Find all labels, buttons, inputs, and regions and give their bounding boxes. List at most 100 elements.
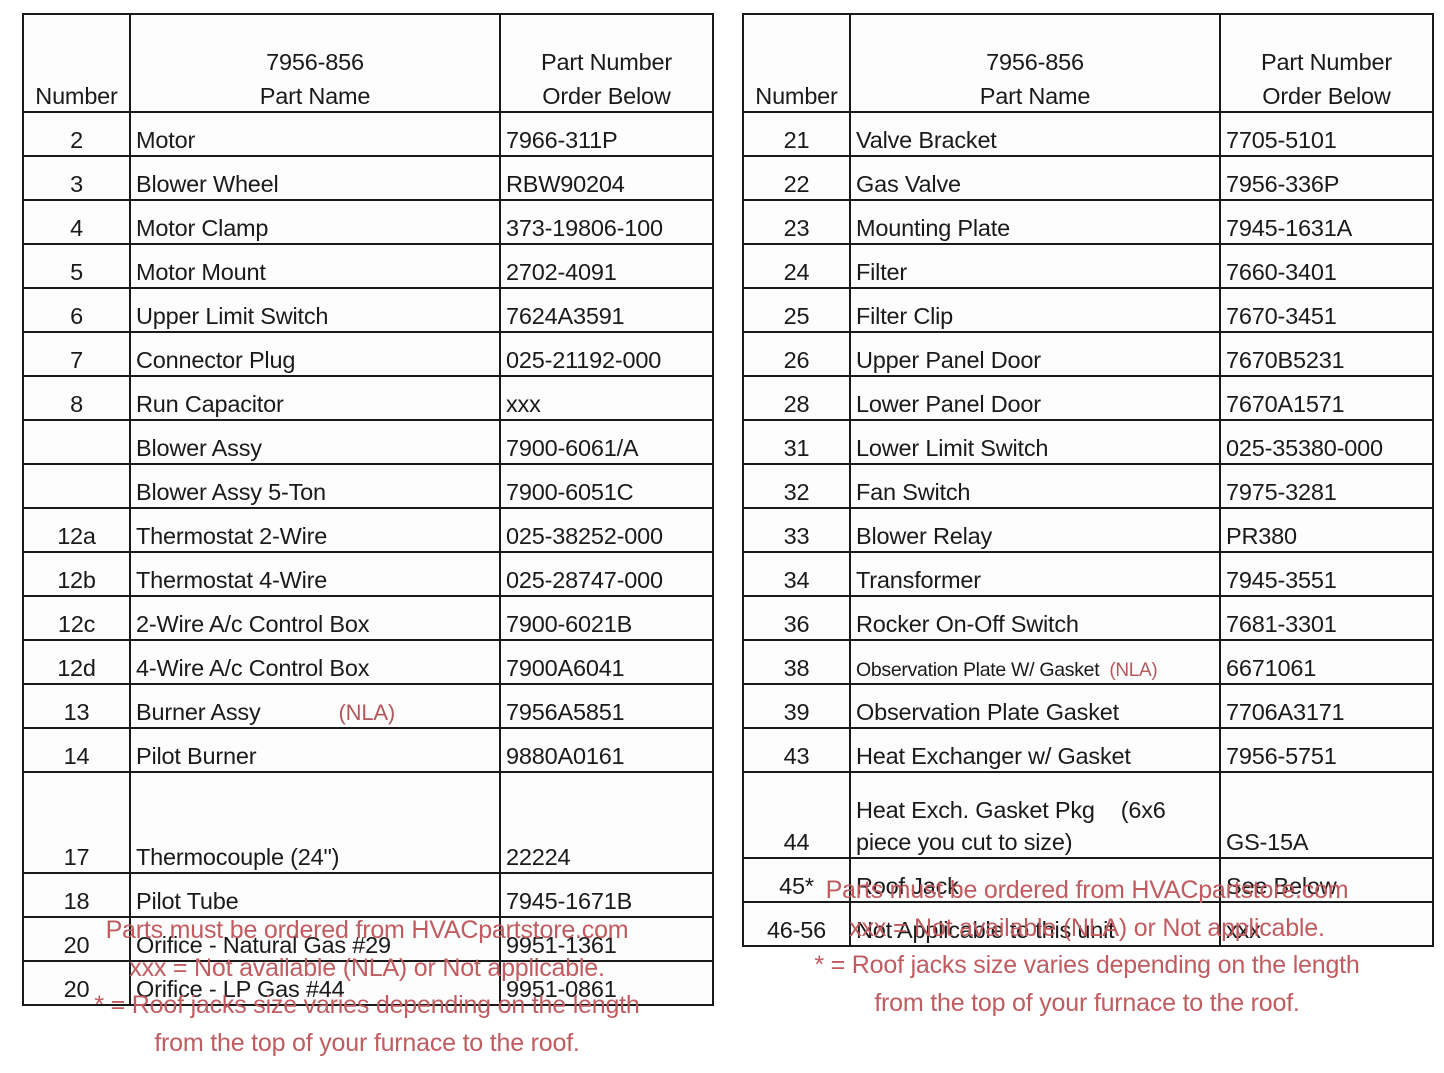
cell-number: 8 [22,375,131,421]
part-name-text: Observation Plate W/ Gasket [856,659,1100,682]
part-name-text: Blower Wheel [136,171,279,198]
part-name-text: Pilot Tube [136,888,239,915]
part-name-text: 2-Wire A/c Control Box [136,611,370,638]
cell-number: 12d [22,639,131,685]
cell-part-name: Burner Assy (NLA) [129,683,501,729]
table-row: 13 Burner Assy (NLA) 7956A5851 [22,683,714,729]
table-row: 12b Thermostat 4-Wire 025-28747-000 [22,551,714,597]
right-footnote: Parts must be ordered from HVACpartstore… [742,872,1432,1022]
cell-part-number: 7966-311P [499,111,714,157]
table-row: Blower Assy 5-Ton 7900-6051C [22,463,714,509]
cell-number: 18 [22,872,131,918]
cell-part-name: Pilot Burner [129,727,501,773]
cell-part-name: Observation Plate W/ Gasket (NLA) [849,639,1221,685]
table-row: 36 Rocker On-Off Switch 7681-3301 [742,595,1434,641]
cell-part-number: 7945-3551 [1219,551,1434,597]
cell-number: 25 [742,287,851,333]
cell-number: 2 [22,111,131,157]
part-name-text: Thermocouple (24") [136,844,340,871]
table-row: 23 Mounting Plate 7945-1631A [742,199,1434,245]
cell-number: 7 [22,331,131,377]
cell-number [22,463,131,509]
cell-part-number: 7956-5751 [1219,727,1434,773]
part-name-text: Filter Clip [856,303,954,330]
cell-part-name: Motor Clamp [129,199,501,245]
cell-part-name: Valve Bracket [849,111,1221,157]
cell-part-number: 7900-6061/A [499,419,714,465]
table-row: 24 Filter 7660-3401 [742,243,1434,289]
cell-part-name: Blower Wheel [129,155,501,201]
cell-number: 43 [742,727,851,773]
table-row: 21 Valve Bracket 7705-5101 [742,111,1434,157]
table-row: 17 Thermocouple (24") 22224 [22,771,714,874]
table-row: 6 Upper Limit Switch 7624A3591 [22,287,714,333]
cell-part-name: Lower Panel Door [849,375,1221,421]
header-part-number: Part Number Order Below [499,13,714,113]
cell-part-number: 025-28747-000 [499,551,714,597]
cell-part-number: 7624A3591 [499,287,714,333]
cell-part-name: Heat Exch. Gasket Pkg (6x6 piece you cut t… [849,771,1221,859]
cell-part-number: GS-15A [1219,771,1434,859]
table-row: 25 Filter Clip 7670-3451 [742,287,1434,333]
part-name-text: Upper Limit Switch [136,303,329,330]
part-name-text: Lower Limit Switch [856,435,1049,462]
cell-part-name: 4-Wire A/c Control Box [129,639,501,685]
cell-part-number: 7900-6051C [499,463,714,509]
cell-part-name: Filter [849,243,1221,289]
part-name-text: Valve Bracket [856,127,997,154]
cell-number: 5 [22,243,131,289]
table-row: 7 Connector Plug 025-21192-000 [22,331,714,377]
cell-part-name: Thermostat 2-Wire [129,507,501,553]
cell-part-number: 373-19806-100 [499,199,714,245]
cell-part-number: 025-38252-000 [499,507,714,553]
cell-number: 4 [22,199,131,245]
part-name-text: Heat Exch. Gasket Pkg [856,796,1095,823]
cell-part-number: 7705-5101 [1219,111,1434,157]
part-name-text: Blower Assy 5-Ton [136,479,326,506]
part-name-text: Pilot Burner [136,743,257,770]
cell-part-number: xxx [499,375,714,421]
cell-part-name: Filter Clip [849,287,1221,333]
part-name-text: Heat Exchanger w/ Gasket [856,743,1131,770]
header-part-number: Part Number Order Below [1219,13,1434,113]
part-name-text: Motor Clamp [136,215,269,242]
cell-part-number: 025-35380-000 [1219,419,1434,465]
footnote-line: * = Roof jacks size varies depending on … [814,951,1360,979]
cell-part-name: Connector Plug [129,331,501,377]
cell-part-number: 2702-4091 [499,243,714,289]
cell-number: 26 [742,331,851,377]
table-row: 44 Heat Exch. Gasket Pkg (6x6 piece you cut… [742,771,1434,859]
cell-number: 24 [742,243,851,289]
cell-number: 21 [742,111,851,157]
table-row: 14 Pilot Burner 9880A0161 [22,727,714,773]
part-name-text: 4-Wire A/c Control Box [136,655,370,682]
header-part-name: 7956-856 Part Name [849,13,1221,113]
table-row: 34 Transformer 7945-3551 [742,551,1434,597]
cell-part-name: Pilot Tube [129,872,501,918]
table-row: 26 Upper Panel Door 7670B5231 [742,331,1434,377]
cell-part-name: Thermocouple (24") [129,771,501,874]
part-name-text: Motor Mount [136,259,266,286]
part-name-line2: piece you cut to size) [856,829,1073,856]
part-name-text: Mounting Plate [856,215,1010,242]
cell-part-number: 7900A6041 [499,639,714,685]
cell-number: 39 [742,683,851,729]
cell-number: 28 [742,375,851,421]
cell-part-number: RBW90204 [499,155,714,201]
part-name-text: Thermostat 4-Wire [136,567,328,594]
cell-part-name: Fan Switch [849,463,1221,509]
footnote-line: from the top of your furnace to the roof… [874,988,1300,1017]
footnote-line: from the top of your furnace to the roof… [154,1028,580,1057]
cell-number: 33 [742,507,851,553]
cell-number: 23 [742,199,851,245]
cell-part-name: Motor Mount [129,243,501,289]
cell-part-name: Gas Valve [849,155,1221,201]
right-table-body: Number 7956-856 Part Name Part Number Or… [742,13,1434,947]
cell-number: 3 [22,155,131,201]
cell-number [22,419,131,465]
table-row: 22 Gas Valve 7956-336P [742,155,1434,201]
cell-part-name: Upper Limit Switch [129,287,501,333]
cell-part-number: 7670A1571 [1219,375,1434,421]
header-part-name: 7956-856 Part Name [129,13,501,113]
cell-part-name: Upper Panel Door [849,331,1221,377]
